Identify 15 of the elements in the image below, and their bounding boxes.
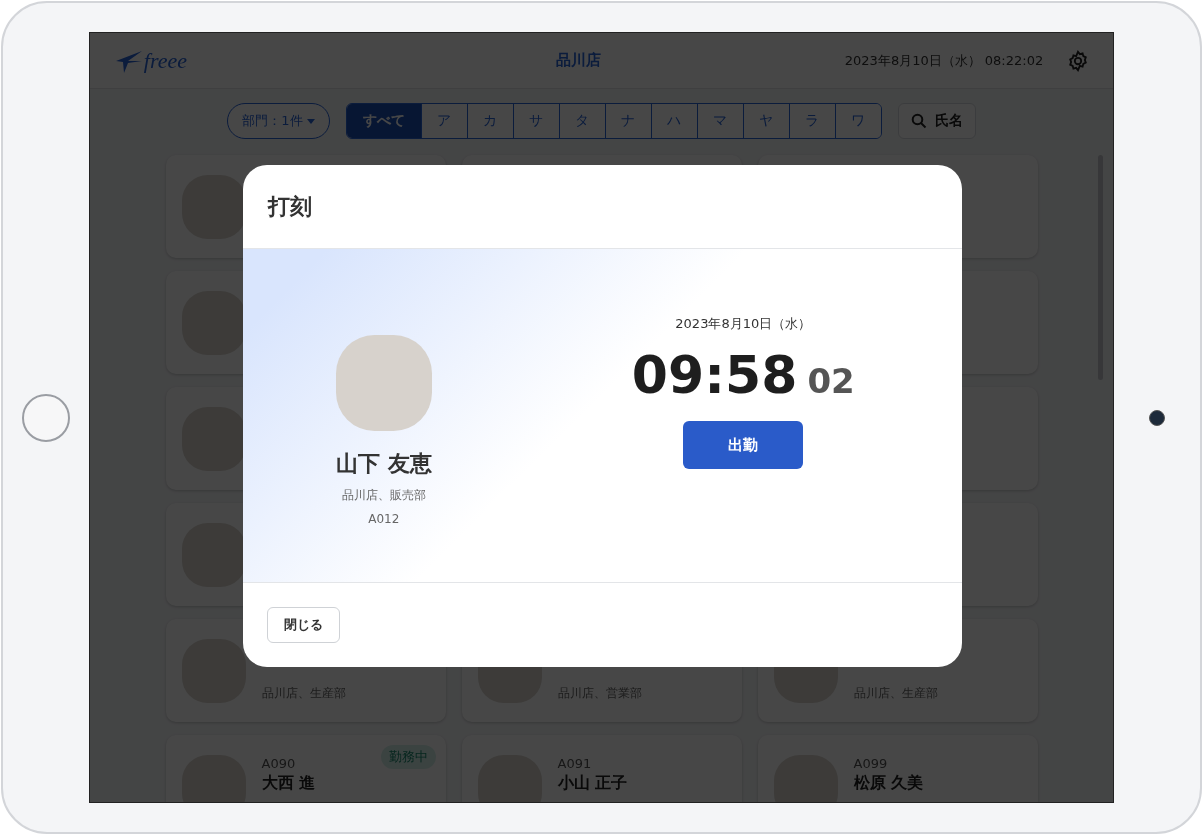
camera-icon [1149,409,1166,426]
employee-code: A012 [368,512,400,526]
clock-time: 09:58 [631,345,798,405]
punch-date: 2023年8月10日（水） [675,315,812,333]
dialog-title: 打刻 [267,192,312,221]
employee-name: 大西 進 [261,772,316,794]
close-button[interactable]: 閉じる [266,607,340,643]
employee-name: 松原 久美 [853,772,924,794]
employee-name: 山下 友恵 [335,450,432,478]
clock-seconds: 02 [807,361,855,401]
logo-text: freee [143,47,187,74]
employee-name: 小山 正子 [557,772,628,794]
clock-in-button[interactable]: 出勤 [683,421,804,469]
store-name: 品川店 [555,51,602,70]
employee-department: 品川店、販売部 [341,487,426,504]
